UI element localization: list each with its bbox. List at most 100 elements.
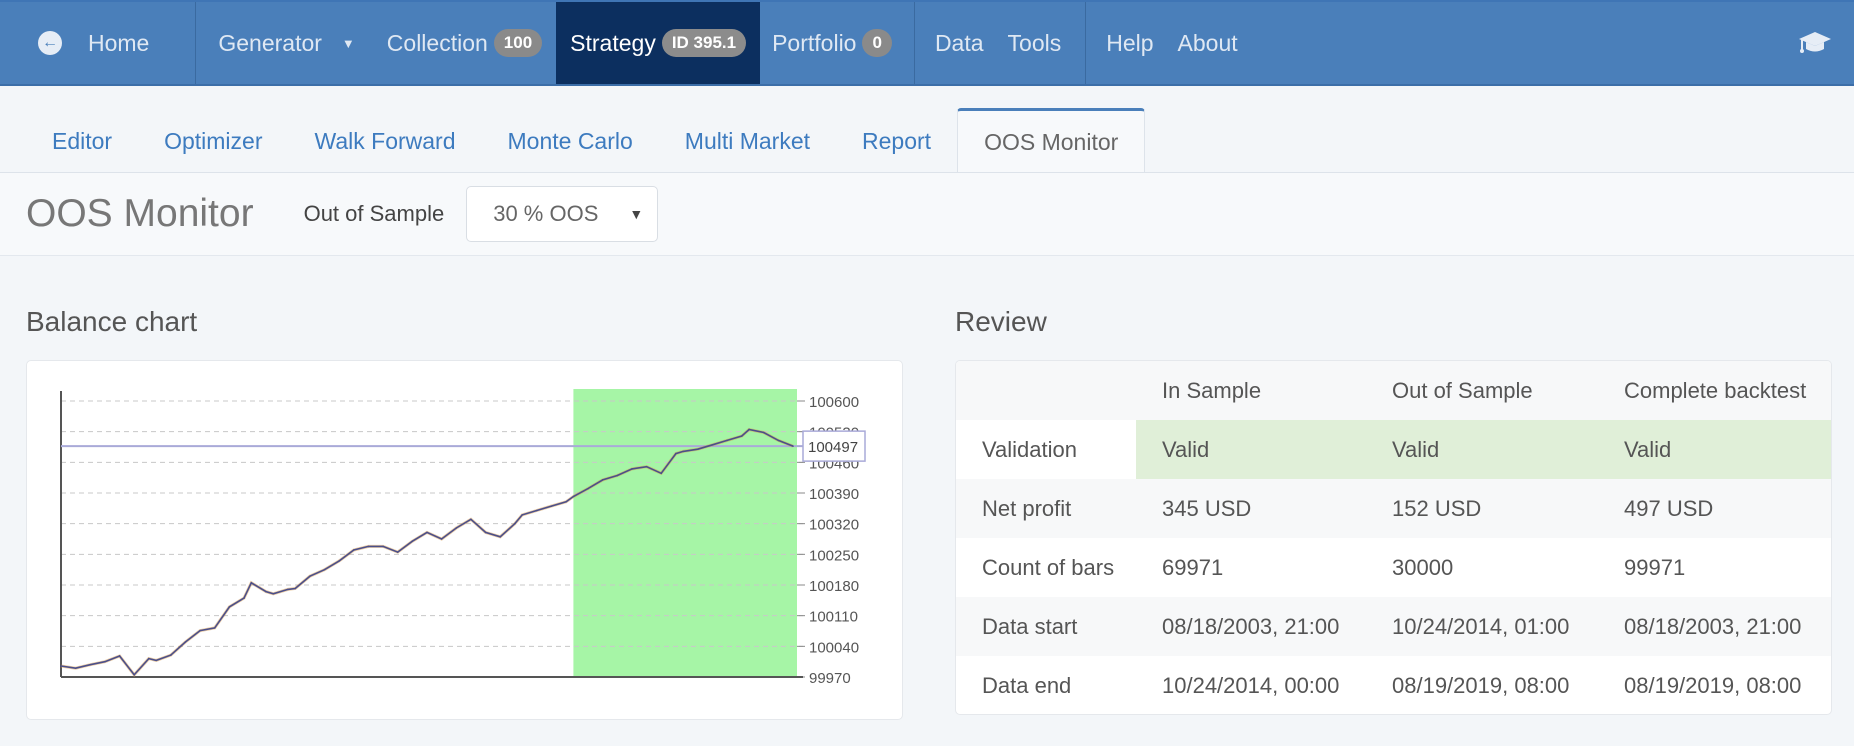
balance-point bbox=[250, 582, 253, 584]
balance-point bbox=[396, 551, 399, 553]
balance-point bbox=[484, 531, 487, 534]
nav-portfolio[interactable]: Portfolio 0 bbox=[760, 2, 915, 84]
balance-point bbox=[565, 500, 567, 503]
row-label-net-profit: Net profit bbox=[956, 479, 1136, 538]
tab-editor[interactable]: Editor bbox=[26, 110, 138, 173]
collection-count-badge: 100 bbox=[493, 29, 543, 57]
tab-monte-carlo-label: Monte Carlo bbox=[507, 128, 633, 154]
balance-point bbox=[170, 654, 172, 656]
balance-point bbox=[616, 474, 619, 477]
balance-point bbox=[697, 448, 699, 450]
tab-monte-carlo[interactable]: Monte Carlo bbox=[482, 110, 659, 173]
nav-tools[interactable]: Tools bbox=[996, 2, 1074, 84]
bars-complete: 99971 bbox=[1624, 554, 1686, 580]
y-tick-label: 100320 bbox=[809, 517, 859, 534]
balance-point bbox=[748, 428, 750, 431]
y-tick-label: 100180 bbox=[809, 578, 859, 595]
balance-point bbox=[294, 587, 297, 590]
nav-about[interactable]: About bbox=[1166, 2, 1250, 84]
balance-point bbox=[323, 568, 326, 571]
page-title: OOS Monitor bbox=[26, 192, 254, 235]
bars-out-of-sample: 30000 bbox=[1392, 554, 1454, 580]
tab-multi-market-label: Multi Market bbox=[684, 128, 811, 154]
current-value-label: 100497 bbox=[808, 439, 858, 456]
balance-point bbox=[118, 655, 121, 657]
balance-point bbox=[675, 452, 677, 455]
balance-point bbox=[60, 665, 62, 667]
balance-point bbox=[155, 659, 157, 662]
y-tick-label: 99970 bbox=[809, 670, 851, 687]
balance-point bbox=[536, 509, 538, 512]
tab-walk-forward[interactable]: Walk Forward bbox=[289, 110, 482, 173]
caret-down-icon: ▼ bbox=[629, 206, 644, 222]
net-profit-out-of-sample: 152 USD bbox=[1366, 479, 1598, 538]
row-label-data-end: Data end bbox=[982, 672, 1072, 698]
validation-out-of-sample: Valid bbox=[1366, 420, 1598, 479]
balance-point bbox=[367, 545, 370, 548]
bars-in-sample: 69971 bbox=[1162, 554, 1224, 580]
tab-report-label: Report bbox=[862, 128, 932, 154]
balance-point bbox=[682, 450, 684, 453]
data-start-in-sample: 08/18/2003, 21:00 bbox=[1136, 597, 1366, 656]
tab-multi-market[interactable]: Multi Market bbox=[659, 110, 836, 173]
tab-walk-forward-label: Walk Forward bbox=[314, 128, 456, 154]
review-header-complete-backtest: Complete backtest bbox=[1598, 361, 1831, 420]
balance-point bbox=[587, 487, 589, 490]
balance-point bbox=[309, 575, 311, 578]
review-header-in-sample: In Sample bbox=[1136, 361, 1366, 420]
row-label-data-start: Data start bbox=[956, 597, 1136, 656]
oos-select-value: 30 % OOS bbox=[493, 201, 599, 226]
balance-point bbox=[199, 629, 201, 632]
data-end-in-sample: 10/24/2014, 00:00 bbox=[1162, 672, 1340, 698]
balance-chart-title: Balance chart bbox=[26, 306, 198, 337]
balance-point bbox=[213, 627, 216, 629]
oos-select[interactable]: 30 % OOS ▼ bbox=[466, 186, 659, 242]
nav-generator[interactable]: Generator ▼ bbox=[196, 2, 366, 84]
balance-point bbox=[440, 538, 443, 540]
data-end-complete: 08/19/2019, 08:00 bbox=[1624, 672, 1802, 698]
nav-strategy[interactable]: Strategy ID 395.1 bbox=[556, 2, 761, 84]
nav-data[interactable]: Data bbox=[923, 2, 996, 84]
y-tick-label: 100110 bbox=[809, 609, 858, 626]
balance-point bbox=[89, 663, 92, 666]
nav-home[interactable]: ← Home bbox=[26, 2, 161, 84]
nav-collection[interactable]: Collection 100 bbox=[367, 2, 556, 84]
balance-point bbox=[550, 505, 553, 507]
nav-portfolio-label: Portfolio bbox=[772, 29, 857, 56]
balance-point bbox=[411, 540, 414, 542]
data-start-out-of-sample: 10/24/2014, 01:00 bbox=[1366, 597, 1598, 656]
y-tick-label: 100390 bbox=[809, 486, 859, 503]
validation-complete: Valid bbox=[1598, 420, 1831, 479]
balance-point bbox=[645, 465, 648, 468]
tab-optimizer-label: Optimizer bbox=[164, 128, 263, 154]
balance-point bbox=[426, 531, 428, 534]
graduation-cap-icon[interactable] bbox=[1798, 28, 1832, 58]
net-profit-in-sample: 345 USD bbox=[1136, 479, 1366, 538]
balance-point bbox=[148, 657, 150, 660]
review-title: Review bbox=[955, 306, 1047, 337]
tab-optimizer[interactable]: Optimizer bbox=[138, 110, 288, 173]
tab-report[interactable]: Report bbox=[836, 110, 957, 173]
nav-group-main: Generator ▼ Collection 100 Strategy ID 3… bbox=[196, 2, 915, 84]
tab-oos-monitor[interactable]: OOS Monitor bbox=[957, 108, 1146, 174]
nav-collection-label: Collection bbox=[386, 29, 488, 56]
balance-point bbox=[740, 435, 743, 437]
balance-point bbox=[133, 674, 135, 676]
balance-point bbox=[726, 439, 728, 442]
nav-data-label: Data bbox=[934, 29, 984, 56]
nav-group-help: Help About bbox=[1086, 2, 1249, 84]
tab-editor-label: Editor bbox=[52, 128, 113, 154]
balance-point bbox=[265, 590, 267, 593]
validation-in-sample: Valid bbox=[1136, 420, 1366, 479]
balance-point bbox=[272, 592, 275, 595]
tab-oos-monitor-label: OOS Monitor bbox=[984, 129, 1119, 155]
nav-about-label: About bbox=[1177, 29, 1238, 56]
nav-help[interactable]: Help bbox=[1094, 2, 1165, 84]
row-label-validation: Validation bbox=[982, 436, 1077, 462]
balance-point bbox=[243, 597, 245, 599]
top-navbar: ← Home Generator ▼ Collection 100 Strate… bbox=[0, 0, 1854, 86]
y-tick-label: 100250 bbox=[809, 547, 859, 564]
balance-point bbox=[792, 445, 794, 447]
oos-label: Out of Sample bbox=[303, 201, 445, 226]
caret-down-icon: ▼ bbox=[341, 35, 355, 51]
